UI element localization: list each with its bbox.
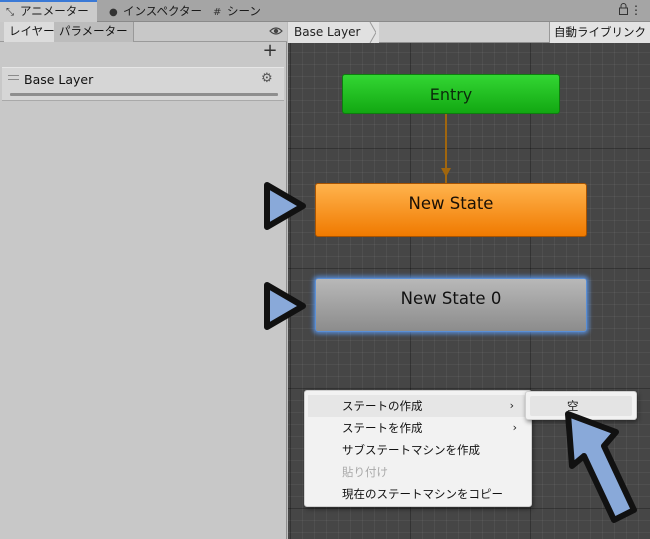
annotation-pointer-icon (264, 282, 306, 330)
animator-icon: ⤡ (6, 7, 14, 18)
menu-item-label: サブステートマシンを作成 (342, 443, 480, 457)
menu-item-create-state[interactable]: ステートの作成 › (308, 395, 528, 417)
panel-subtabs: レイヤー パラメーター (0, 22, 287, 42)
tab-animator-label: アニメーター (20, 4, 89, 18)
menu-item-label: 貼り付け (342, 465, 388, 479)
tab-parameters[interactable]: パラメーター (54, 22, 134, 42)
drag-handle-icon[interactable] (8, 75, 19, 80)
menu-item-paste: 貼り付け (305, 461, 531, 483)
window-tab-bar: ⤡ アニメーター ● インスペクター # シーン ⋮ (0, 0, 650, 22)
eye-icon[interactable] (269, 25, 283, 37)
layer-item-base[interactable]: Base Layer ⚙ (2, 67, 284, 101)
menu-item-create-state-alt[interactable]: ステートを作成 › (305, 417, 531, 439)
auto-live-link-button[interactable]: 自動ライブリンク (549, 22, 650, 43)
menu-item-copy-state-machine[interactable]: 現在のステートマシンをコピー (305, 483, 531, 505)
layer-name: Base Layer (24, 72, 94, 87)
tab-animator[interactable]: ⤡ アニメーター (0, 0, 97, 22)
gear-icon[interactable]: ⚙ (261, 71, 273, 86)
chevron-right-icon: › (509, 399, 514, 412)
state-node-new-state[interactable]: New State (315, 183, 587, 237)
tab-inspector-label: インスペクター (123, 4, 203, 18)
tab-scene[interactable]: # シーン (207, 0, 269, 22)
annotation-pointer-icon (264, 182, 306, 230)
entry-node[interactable]: Entry (342, 74, 560, 114)
add-layer-button[interactable]: + (262, 42, 278, 61)
breadcrumb-bar: Base Layer 自動ライブリンク (288, 22, 650, 43)
state-node-new-state-0[interactable]: New State 0 (315, 278, 587, 332)
hash-icon: # (213, 7, 222, 18)
breadcrumb-chevron-icon (366, 22, 376, 43)
menu-item-label: 現在のステートマシンをコピー (342, 487, 503, 501)
menu-item-create-sub-state-machine[interactable]: サブステートマシンを作成 (305, 439, 531, 461)
more-options-icon[interactable]: ⋮ (630, 2, 642, 18)
chevron-right-icon: › (512, 421, 517, 434)
info-icon: ● (109, 7, 118, 18)
menu-item-label: ステートの作成 (342, 399, 423, 413)
tab-layers[interactable]: レイヤー (4, 22, 61, 42)
lock-icon[interactable] (619, 3, 628, 15)
tab-scene-label: シーン (227, 4, 261, 18)
menu-item-label: ステートを作成 (342, 421, 423, 435)
breadcrumb[interactable]: Base Layer (288, 22, 379, 43)
layers-panel: レイヤー パラメーター + Base Layer ⚙ (0, 22, 287, 539)
context-menu: ステートの作成 › ステートを作成 › サブステートマシンを作成 貼り付け 現在… (304, 390, 532, 507)
layer-weight-slider[interactable] (10, 93, 278, 96)
annotation-cursor-arrow-icon (565, 411, 637, 523)
tab-inspector[interactable]: ● インスペクター (103, 0, 210, 22)
transition-arrow[interactable] (440, 114, 452, 184)
